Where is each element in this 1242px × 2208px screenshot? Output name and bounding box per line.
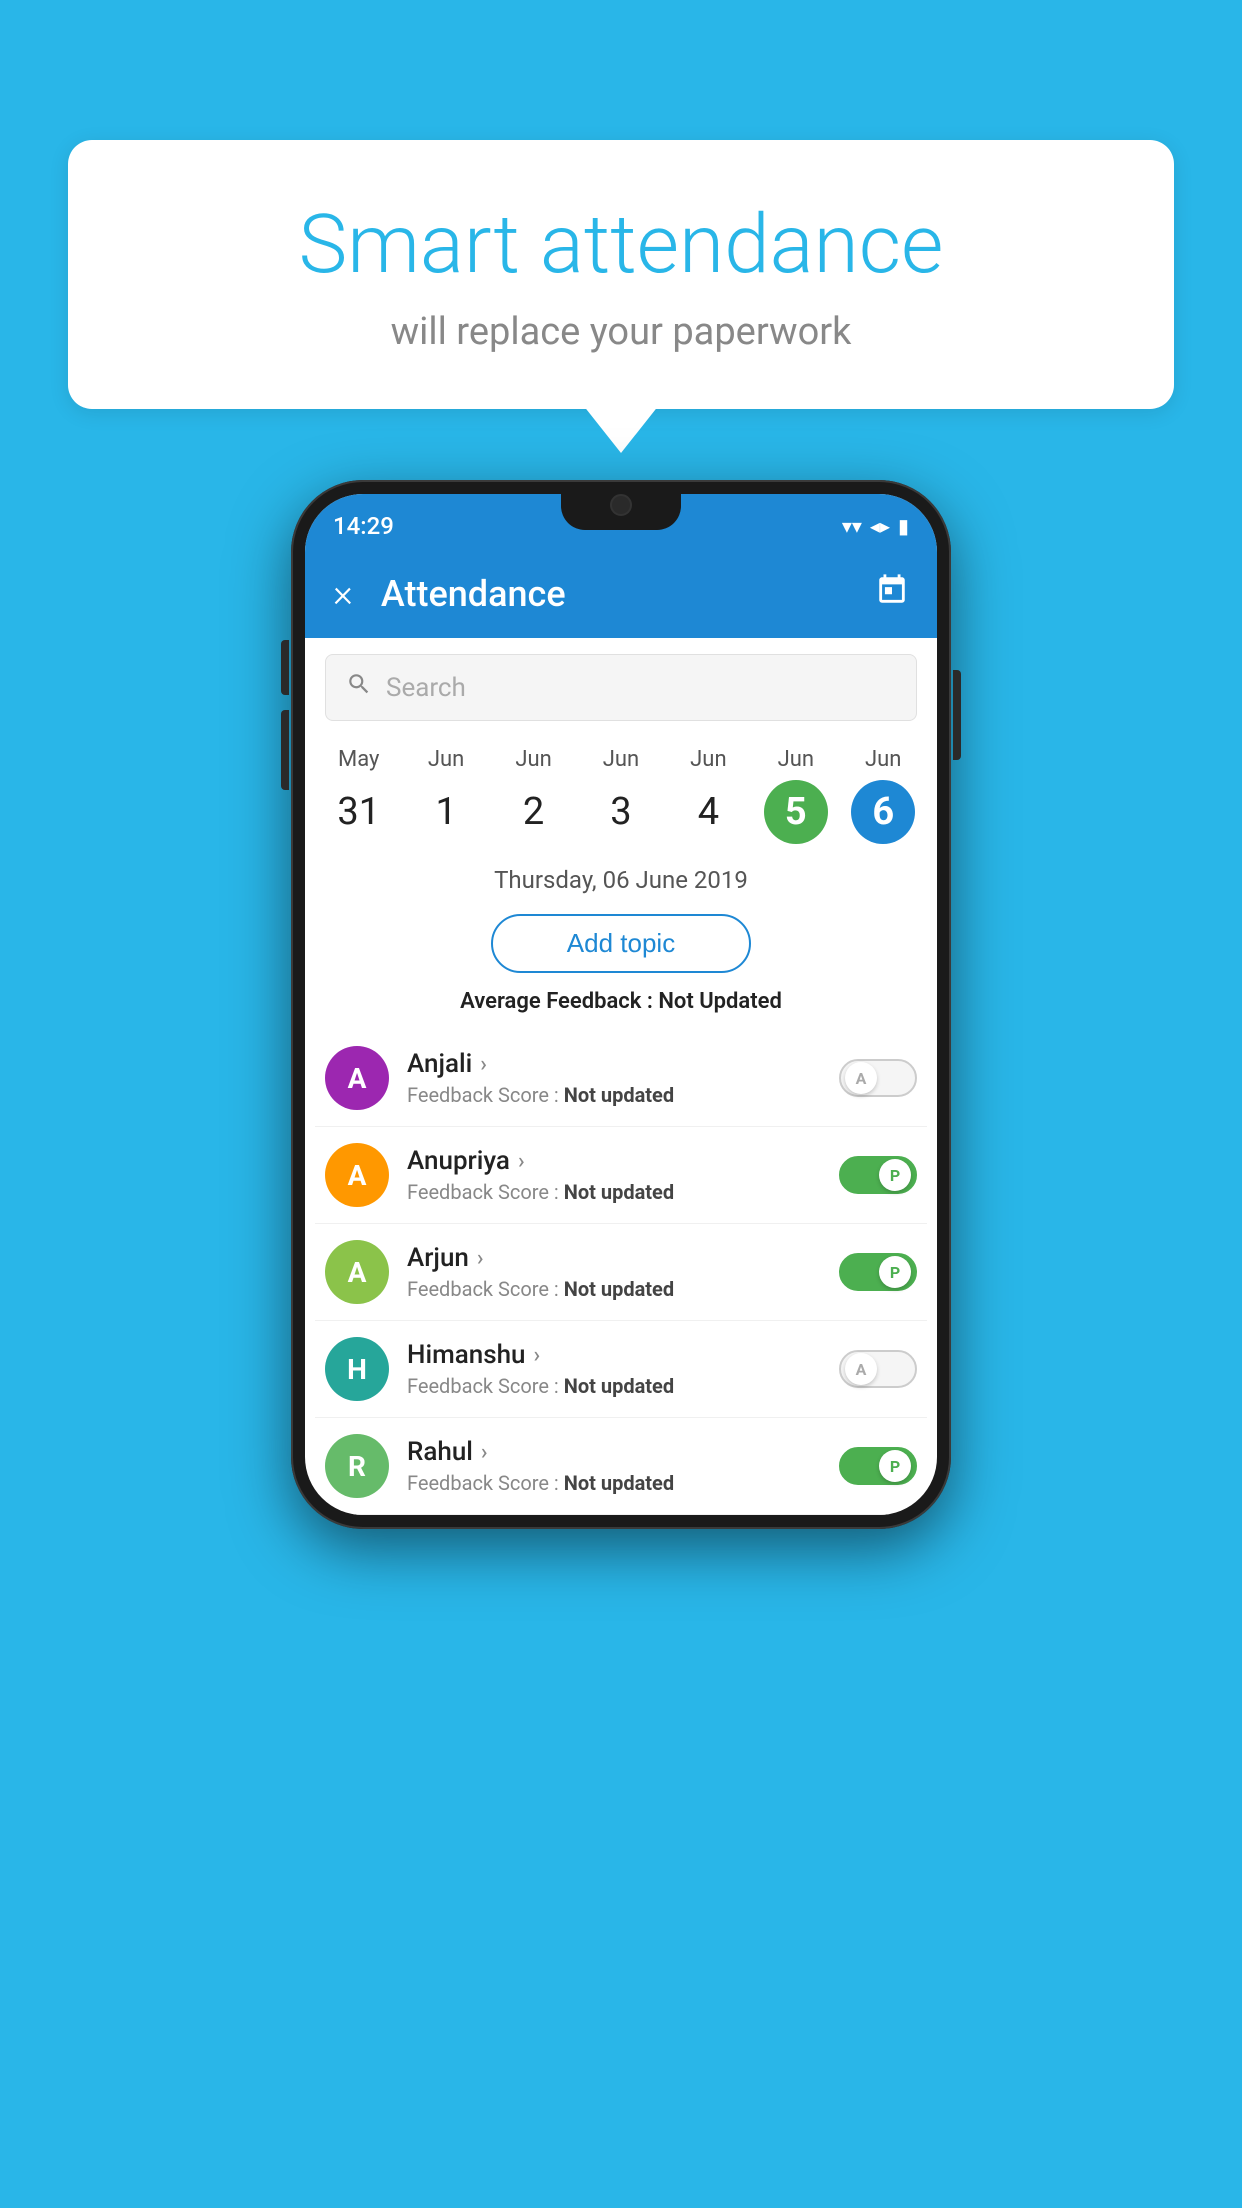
toggle-thumb: A bbox=[845, 1353, 877, 1385]
student-info: Anupriya › Feedback Score : Not updated bbox=[407, 1146, 829, 1204]
toggle-thumb: P bbox=[879, 1159, 911, 1191]
student-row[interactable]: R Rahul › Feedback Score : Not updated P bbox=[315, 1418, 927, 1515]
wifi-icon: ▾▾ bbox=[842, 514, 862, 538]
cal-date-number[interactable]: 6 bbox=[851, 780, 915, 844]
chevron-right-icon: › bbox=[481, 1440, 488, 1465]
battery-icon: ▮ bbox=[898, 514, 909, 538]
student-info: Anjali › Feedback Score : Not updated bbox=[407, 1049, 829, 1107]
toggle-switch[interactable]: A bbox=[839, 1350, 917, 1388]
cal-month-label: Jun bbox=[428, 747, 464, 772]
feedback-score: Feedback Score : Not updated bbox=[407, 1471, 829, 1495]
student-avatar: A bbox=[325, 1240, 389, 1304]
cal-date-number[interactable]: 5 bbox=[764, 780, 828, 844]
calendar-day[interactable]: Jun 6 bbox=[849, 747, 917, 844]
feedback-score: Feedback Score : Not updated bbox=[407, 1277, 829, 1301]
calendar-day[interactable]: May 31 bbox=[325, 747, 393, 844]
toggle-thumb: P bbox=[879, 1450, 911, 1482]
cal-date-number[interactable]: 4 bbox=[676, 780, 740, 844]
chevron-right-icon: › bbox=[480, 1052, 487, 1077]
student-name: Anjali › bbox=[407, 1049, 829, 1079]
student-row[interactable]: H Himanshu › Feedback Score : Not updated A bbox=[315, 1321, 927, 1418]
toggle-thumb: A bbox=[845, 1062, 877, 1094]
cal-month-label: Jun bbox=[865, 747, 901, 772]
chevron-right-icon: › bbox=[518, 1149, 525, 1174]
speech-bubble-wrapper: Smart attendance will replace your paper… bbox=[68, 140, 1174, 409]
attendance-toggle[interactable]: P bbox=[839, 1156, 917, 1194]
calendar-day[interactable]: Jun 4 bbox=[674, 747, 742, 844]
calendar-strip: May 31 Jun 1 Jun 2 Jun 3 Jun 4 Jun 5 Jun 6 bbox=[305, 737, 937, 848]
signal-icon: ◂▸ bbox=[870, 514, 890, 538]
status-time: 14:29 bbox=[333, 512, 394, 540]
search-placeholder: Search bbox=[386, 673, 466, 703]
student-avatar: R bbox=[325, 1434, 389, 1498]
calendar-day[interactable]: Jun 1 bbox=[412, 747, 480, 844]
feedback-score: Feedback Score : Not updated bbox=[407, 1374, 829, 1398]
vol-down-button[interactable] bbox=[281, 710, 289, 790]
toggle-switch[interactable]: P bbox=[839, 1156, 917, 1194]
student-info: Rahul › Feedback Score : Not updated bbox=[407, 1437, 829, 1495]
toggle-switch[interactable]: P bbox=[839, 1253, 917, 1291]
selected-date: Thursday, 06 June 2019 bbox=[305, 848, 937, 906]
cal-month-label: Jun bbox=[603, 747, 639, 772]
add-topic-button[interactable]: Add topic bbox=[491, 914, 751, 973]
bubble-title: Smart attendance bbox=[118, 200, 1124, 290]
cal-month-label: Jun bbox=[690, 747, 726, 772]
avg-feedback-value: Not Updated bbox=[658, 989, 782, 1014]
phone-mockup: 14:29 ▾▾ ◂▸ ▮ × Attendance bbox=[291, 480, 951, 1529]
toggle-switch[interactable]: A bbox=[839, 1059, 917, 1097]
bubble-subtitle: will replace your paperwork bbox=[118, 310, 1124, 354]
toggle-thumb: P bbox=[879, 1256, 911, 1288]
power-button[interactable] bbox=[953, 670, 961, 760]
search-icon bbox=[346, 671, 372, 704]
cal-date-number[interactable]: 1 bbox=[414, 780, 478, 844]
student-list: AAnjali ›Feedback Score : Not updatedAAA… bbox=[305, 1030, 937, 1515]
student-row[interactable]: A Arjun › Feedback Score : Not updated P bbox=[315, 1224, 927, 1321]
student-avatar: A bbox=[325, 1046, 389, 1110]
status-icons: ▾▾ ◂▸ ▮ bbox=[842, 514, 909, 538]
phone-screen: 14:29 ▾▾ ◂▸ ▮ × Attendance bbox=[305, 494, 937, 1515]
attendance-toggle[interactable]: A bbox=[839, 1059, 917, 1097]
cal-month-label: May bbox=[338, 747, 379, 772]
attendance-toggle[interactable]: P bbox=[839, 1447, 917, 1485]
chevron-right-icon: › bbox=[534, 1343, 541, 1368]
calendar-day[interactable]: Jun 2 bbox=[500, 747, 568, 844]
cal-date-number[interactable]: 3 bbox=[589, 780, 653, 844]
cal-date-number[interactable]: 2 bbox=[502, 780, 566, 844]
student-avatar: H bbox=[325, 1337, 389, 1401]
student-name: Anupriya › bbox=[407, 1146, 829, 1176]
student-row[interactable]: A Anjali › Feedback Score : Not updated A bbox=[315, 1030, 927, 1127]
student-name: Himanshu › bbox=[407, 1340, 829, 1370]
phone-outer: 14:29 ▾▾ ◂▸ ▮ × Attendance bbox=[291, 480, 951, 1529]
student-name: Rahul › bbox=[407, 1437, 829, 1467]
app-bar-title: Attendance bbox=[381, 573, 875, 615]
vol-up-button[interactable] bbox=[281, 640, 289, 695]
student-info: Himanshu › Feedback Score : Not updated bbox=[407, 1340, 829, 1398]
cal-month-label: Jun bbox=[515, 747, 551, 772]
close-button[interactable]: × bbox=[333, 572, 353, 616]
cal-month-label: Jun bbox=[778, 747, 814, 772]
calendar-icon[interactable] bbox=[875, 573, 909, 615]
attendance-toggle[interactable]: P bbox=[839, 1253, 917, 1291]
search-container[interactable]: Search bbox=[325, 654, 917, 721]
avg-feedback: Average Feedback : Not Updated bbox=[305, 989, 937, 1014]
student-avatar: A bbox=[325, 1143, 389, 1207]
attendance-toggle[interactable]: A bbox=[839, 1350, 917, 1388]
feedback-score: Feedback Score : Not updated bbox=[407, 1083, 829, 1107]
student-name: Arjun › bbox=[407, 1243, 829, 1273]
chevron-right-icon: › bbox=[477, 1246, 484, 1271]
student-row[interactable]: A Anupriya › Feedback Score : Not updated P bbox=[315, 1127, 927, 1224]
app-bar: × Attendance bbox=[305, 550, 937, 638]
cal-date-number[interactable]: 31 bbox=[327, 780, 391, 844]
speech-bubble: Smart attendance will replace your paper… bbox=[68, 140, 1174, 409]
feedback-score: Feedback Score : Not updated bbox=[407, 1180, 829, 1204]
calendar-day[interactable]: Jun 5 bbox=[762, 747, 830, 844]
calendar-day[interactable]: Jun 3 bbox=[587, 747, 655, 844]
phone-camera bbox=[610, 494, 632, 516]
student-info: Arjun › Feedback Score : Not updated bbox=[407, 1243, 829, 1301]
toggle-switch[interactable]: P bbox=[839, 1447, 917, 1485]
avg-feedback-label: Average Feedback : bbox=[460, 989, 658, 1014]
